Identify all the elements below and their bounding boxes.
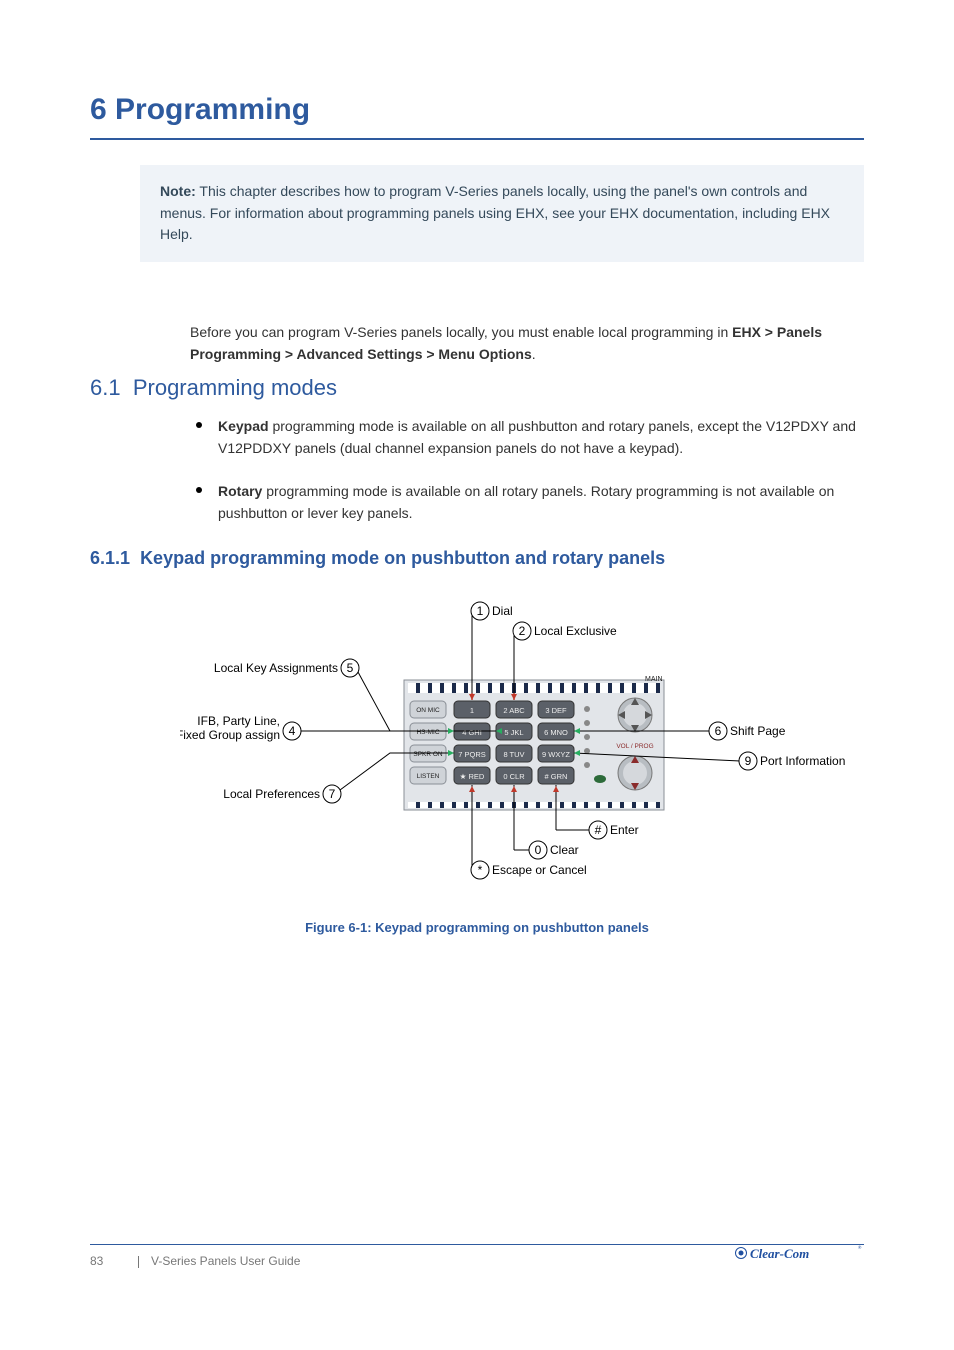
programming-modes-list: Keypad programming mode is available on … [190, 416, 864, 547]
svg-text:0 CLR: 0 CLR [503, 772, 525, 781]
list-item: Keypad programming mode is available on … [190, 416, 864, 459]
intro-text-pre: Before you can program V-Series panels l… [190, 324, 732, 340]
list-item-text: programming mode is available on all pus… [218, 418, 856, 456]
svg-text:1: 1 [477, 604, 484, 618]
subsection-title: Programming modes [133, 375, 337, 400]
svg-text:HS-MIC: HS-MIC [416, 729, 439, 736]
display-windows: MAIN [408, 676, 663, 693]
footer-separator [138, 1256, 139, 1268]
svg-text:9: 9 [745, 754, 752, 768]
svg-text:Escape or Cancel: Escape or Cancel [492, 863, 587, 877]
subsubsection-number: 6.1.1 [90, 548, 130, 568]
subsection-number: 6.1 [90, 375, 121, 400]
svg-text:7: 7 [329, 787, 336, 801]
brand-logo: Clear-Com ® [734, 1239, 864, 1272]
section-number: 6 [90, 93, 115, 126]
bullet-icon [196, 422, 202, 428]
svg-text:Port Information: Port Information [760, 754, 845, 768]
svg-text:Clear: Clear [550, 843, 579, 857]
svg-text:# GRN: # GRN [545, 772, 568, 781]
svg-text:Local Preferences: Local Preferences [223, 787, 320, 801]
keypad-figure: MAIN ON MIC HS-MIC SPKR ON LISTEN 1 2 AB [180, 590, 860, 900]
svg-text:7 PQRS: 7 PQRS [458, 750, 486, 759]
list-item-text: programming mode is available on all rot… [218, 483, 834, 521]
page-number: 83 [90, 1253, 126, 1270]
list-item: Rotary programming mode is available on … [190, 481, 864, 524]
note-label: Note: [160, 183, 196, 199]
note-body: This chapter describes how to program V-… [160, 183, 830, 242]
list-item-bold: Rotary [218, 483, 262, 499]
svg-text:2 ABC: 2 ABC [503, 706, 525, 715]
svg-text:9 WXYZ: 9 WXYZ [542, 750, 570, 759]
svg-text:Local Exclusive: Local Exclusive [534, 624, 617, 638]
svg-text:IFB, Party Line,: IFB, Party Line, [197, 714, 280, 728]
svg-text:#: # [595, 823, 602, 837]
note-box: Note: This chapter describes how to prog… [140, 165, 864, 262]
svg-text:*: * [478, 863, 483, 877]
subsubsection-title: Keypad programming mode on pushbutton an… [140, 548, 665, 568]
svg-text:6: 6 [715, 724, 722, 738]
svg-text:LISTEN: LISTEN [417, 773, 440, 780]
subsection-heading: 6.1 Programming modes [90, 375, 337, 401]
svg-text:VOL / PROG: VOL / PROG [616, 743, 653, 750]
knobs: VOL / PROG [616, 698, 653, 790]
svg-text:Clear-Com: Clear-Com [750, 1246, 809, 1261]
svg-text:8 TUV: 8 TUV [503, 750, 524, 759]
page-title: 6 Programming [90, 92, 864, 140]
svg-text:Enter: Enter [610, 823, 639, 837]
svg-text:3 DEF: 3 DEF [545, 706, 567, 715]
svg-text:ON MIC: ON MIC [416, 707, 440, 714]
svg-text:Local Key Assignments: Local Key Assignments [214, 661, 338, 675]
pushbutton-row [408, 802, 660, 808]
svg-text:5 JKL: 5 JKL [504, 728, 523, 737]
svg-text:1: 1 [470, 706, 474, 715]
figure-caption: Figure 6-1: Keypad programming on pushbu… [0, 920, 954, 936]
svg-text:MAIN: MAIN [645, 676, 663, 683]
svg-text:2: 2 [519, 624, 526, 638]
svg-text:Shift Page: Shift Page [730, 724, 786, 738]
bullet-icon [196, 487, 202, 493]
list-item-bold: Keypad [218, 418, 269, 434]
svg-text:6 MNO: 6 MNO [544, 728, 568, 737]
keypad-svg: MAIN ON MIC HS-MIC SPKR ON LISTEN 1 2 AB [180, 590, 860, 900]
subsubsection-heading: 6.1.1 Keypad programming mode on pushbut… [90, 548, 665, 570]
clearcom-logo-icon: Clear-Com ® [734, 1239, 864, 1267]
svg-text:★ RED: ★ RED [460, 772, 485, 781]
intro-paragraph: Before you can program V-Series panels l… [190, 322, 864, 365]
section-title: Programming [115, 93, 310, 126]
svg-text:Dial: Dial [492, 604, 513, 618]
svg-text:0: 0 [535, 843, 542, 857]
svg-text:Fixed Group assign: Fixed Group assign [180, 728, 280, 742]
svg-text:SPKR ON: SPKR ON [413, 751, 443, 758]
svg-text:5: 5 [347, 661, 354, 675]
svg-text:4: 4 [289, 724, 296, 738]
doc-title: V-Series Panels User Guide [151, 1254, 300, 1268]
svg-text:4 GHI: 4 GHI [462, 728, 482, 737]
intro-text-post: . [532, 346, 536, 362]
svg-text:®: ® [858, 1244, 862, 1250]
